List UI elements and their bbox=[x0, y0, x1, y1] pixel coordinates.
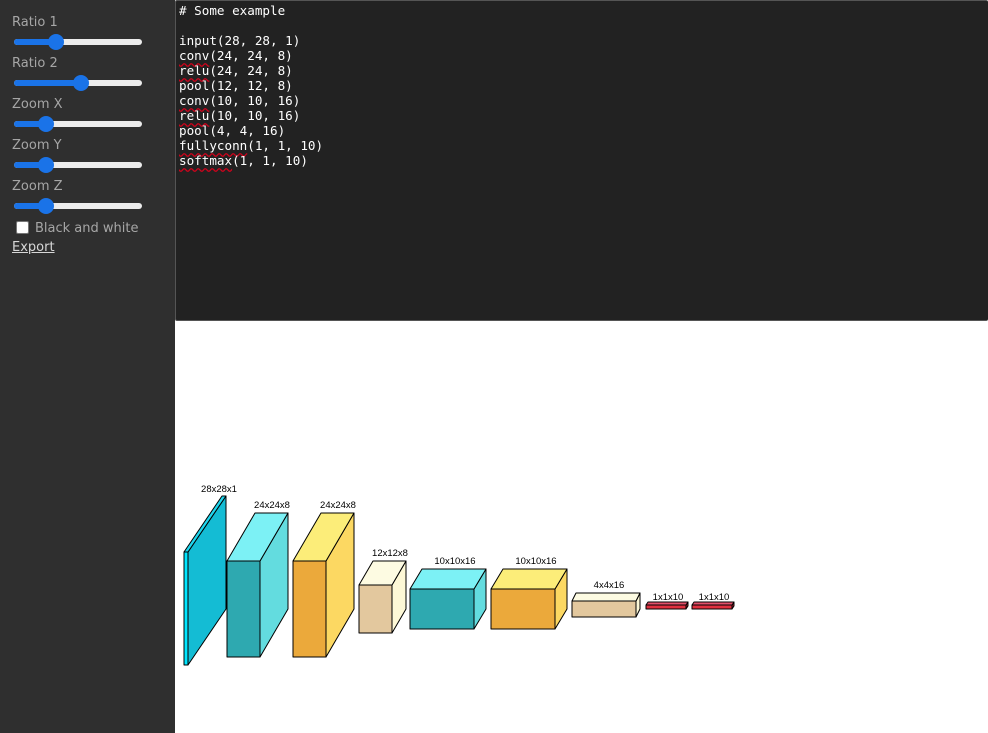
code-text-segment: (24, 24, 8) bbox=[209, 48, 293, 63]
zoom-x-label: Zoom X bbox=[12, 97, 63, 112]
code-text-segment: # Some example bbox=[179, 3, 286, 18]
code-line: conv(10, 10, 16) bbox=[179, 93, 323, 108]
layer-label: 24x24x8 bbox=[254, 500, 290, 511]
code-text-segment: pool(4, 4, 16) bbox=[179, 123, 286, 138]
layer-label: 10x10x16 bbox=[515, 556, 556, 567]
layer-label: 1x1x10 bbox=[653, 592, 684, 603]
code-text-segment: (1, 1, 10) bbox=[247, 138, 324, 153]
layer-box-front bbox=[183, 551, 189, 666]
ratio-2-label: Ratio 2 bbox=[12, 56, 58, 71]
code-line: conv(24, 24, 8) bbox=[179, 48, 323, 63]
export-link[interactable]: Export bbox=[12, 240, 55, 255]
layer-box-top bbox=[409, 568, 487, 590]
zoom-z-slider-thumb[interactable] bbox=[38, 198, 54, 214]
layer-label: 10x10x16 bbox=[434, 556, 475, 567]
zoom-z-label: Zoom Z bbox=[12, 179, 63, 194]
layer-box-front bbox=[226, 560, 261, 658]
code-keyword: fullyconn bbox=[179, 138, 248, 153]
code-text-segment: (1, 1, 10) bbox=[232, 153, 308, 168]
layer-label: 1x1x10 bbox=[699, 592, 730, 603]
code-line: pool(4, 4, 16) bbox=[179, 123, 323, 138]
code-line: fullyconn(1, 1, 10) bbox=[179, 138, 323, 153]
zoom-z-slider[interactable] bbox=[14, 198, 142, 214]
network-diagram: 28x28x1 24x24x8 24x24x8 12x12x8 10x10x16 10x1… bbox=[183, 484, 735, 666]
layer-box-front bbox=[490, 588, 556, 630]
layer-box-top bbox=[571, 592, 641, 602]
ratio-1-slider-thumb[interactable] bbox=[48, 34, 65, 50]
layer-box-top bbox=[490, 568, 568, 590]
code-text-segment: (10, 10, 16) bbox=[209, 108, 301, 123]
zoom-x-slider[interactable] bbox=[14, 116, 142, 132]
code-line: relu(10, 10, 16) bbox=[179, 108, 323, 123]
sidebar: Ratio 1 Ratio 2 Zoom X Zoom Y Zoom Z Bla… bbox=[0, 0, 175, 733]
code-line: # Some example bbox=[179, 3, 323, 18]
code-line: relu(24, 24, 8) bbox=[179, 63, 323, 78]
layer-label: 4x4x16 bbox=[594, 580, 625, 591]
layer-label: 24x24x8 bbox=[320, 500, 356, 511]
zoom-y-label: Zoom Y bbox=[12, 138, 62, 153]
code-keyword: conv bbox=[179, 93, 210, 108]
layer-box-front bbox=[645, 604, 687, 610]
layer-label: 28x28x1 bbox=[201, 484, 237, 495]
ratio-1-label: Ratio 1 bbox=[12, 15, 58, 30]
code-line: input(28, 28, 1) bbox=[179, 33, 323, 48]
layer-box-front bbox=[292, 560, 327, 658]
code-editor[interactable]: # Some example input(28, 28, 1) conv(24, 2… bbox=[175, 0, 988, 321]
layer-box-front bbox=[691, 604, 733, 610]
layer-box-front bbox=[358, 584, 393, 634]
code-keyword: softmax bbox=[179, 153, 233, 168]
code-keyword: relu bbox=[179, 108, 210, 123]
ratio-2-slider[interactable] bbox=[14, 75, 142, 91]
ratio-2-slider-fill bbox=[14, 80, 81, 86]
layer-label: 12x12x8 bbox=[372, 548, 408, 559]
ratio-1-slider[interactable] bbox=[14, 34, 142, 50]
layer-box-front bbox=[409, 588, 475, 630]
code-keyword: conv bbox=[179, 48, 210, 63]
zoom-x-slider-thumb[interactable] bbox=[38, 116, 54, 132]
code-keyword: relu bbox=[179, 63, 210, 78]
code-text-segment: input(28, 28, 1) bbox=[179, 33, 301, 48]
black-and-white-checkbox[interactable] bbox=[16, 221, 29, 234]
code-line: softmax(1, 1, 10) bbox=[179, 153, 323, 168]
code-text-segment: pool(12, 12, 8) bbox=[179, 78, 293, 93]
code-text-segment: (24, 24, 8) bbox=[209, 63, 293, 78]
zoom-y-slider[interactable] bbox=[14, 157, 142, 173]
zoom-y-slider-thumb[interactable] bbox=[38, 157, 54, 173]
ratio-2-slider-thumb[interactable] bbox=[72, 75, 89, 91]
code-text-segment: (10, 10, 16) bbox=[209, 93, 301, 108]
code-line: pool(12, 12, 8) bbox=[179, 78, 323, 93]
black-and-white-label: Black and white bbox=[35, 221, 139, 236]
code-text[interactable]: # Some example input(28, 28, 1) conv(24, 2… bbox=[179, 3, 323, 168]
layer-box-front bbox=[571, 600, 637, 618]
